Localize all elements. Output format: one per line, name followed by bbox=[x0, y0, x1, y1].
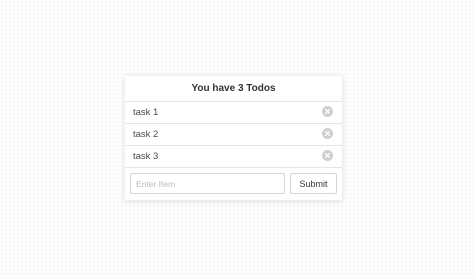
close-circle-icon[interactable] bbox=[322, 150, 333, 161]
todo-count-title: You have 3 Todos bbox=[125, 76, 342, 102]
submit-button[interactable]: Submit bbox=[290, 173, 337, 194]
todo-item-label: task 3 bbox=[133, 151, 159, 162]
todo-card: You have 3 Todos task 1 task 2 task 3 Su… bbox=[125, 76, 342, 200]
add-todo-form: Submit bbox=[130, 173, 337, 194]
todo-item: task 3 bbox=[125, 146, 342, 168]
todo-item: task 1 bbox=[125, 102, 342, 124]
close-circle-icon[interactable] bbox=[322, 106, 333, 117]
close-circle-icon[interactable] bbox=[322, 128, 333, 139]
todo-item-label: task 1 bbox=[133, 107, 159, 118]
enter-item-input[interactable] bbox=[130, 173, 285, 194]
todo-item-label: task 2 bbox=[133, 129, 159, 140]
todo-item: task 2 bbox=[125, 124, 342, 146]
